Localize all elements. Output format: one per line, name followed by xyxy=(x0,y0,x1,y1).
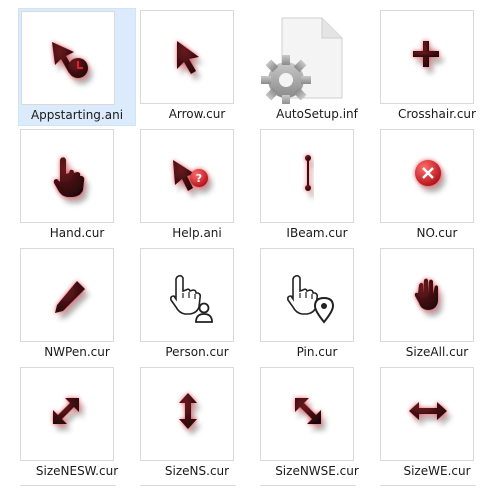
arrow-cursor-icon xyxy=(177,41,199,74)
size-all-cursor-icon xyxy=(414,278,438,310)
file-name: Crosshair.cur xyxy=(398,107,476,121)
file-item[interactable]: SizeNESW.cur xyxy=(18,365,136,483)
file-name: Person.cur xyxy=(165,345,229,359)
no-cursor-icon xyxy=(415,160,441,186)
file-name: IBeam.cur xyxy=(286,226,348,240)
crosshair-cursor-icon xyxy=(413,41,439,67)
person-cursor-icon xyxy=(170,274,213,323)
file-thumbnail xyxy=(380,129,474,223)
pin-cursor-icon xyxy=(287,274,335,324)
file-name: SizeAll.cur xyxy=(405,345,469,359)
file-item[interactable]: AutoSetup.inf xyxy=(258,8,376,126)
file-name: Hand.cur xyxy=(49,226,105,240)
svg-text:?: ? xyxy=(196,172,202,185)
size-ns-cursor-icon xyxy=(179,393,197,429)
file-name: SizeNWSE.cur xyxy=(275,464,359,478)
file-item[interactable]: Hand.cur xyxy=(18,127,136,245)
file-grid: Appstarting.ani Arrow.cur AutoSetup.inf … xyxy=(0,0,483,488)
file-item[interactable]: Pin.cur xyxy=(258,246,376,364)
file-thumbnail xyxy=(380,248,474,342)
size-nesw-cursor-icon xyxy=(53,398,79,424)
file-thumbnail xyxy=(380,10,474,104)
file-item[interactable]: Crosshair.cur xyxy=(378,8,483,126)
appstarting-cursor-icon xyxy=(52,42,88,78)
file-item[interactable]: SizeWE.cur xyxy=(378,365,483,483)
file-thumbnail xyxy=(20,367,114,461)
file-name: Arrow.cur xyxy=(168,107,226,121)
file-item[interactable]: Appstarting.ani xyxy=(18,8,136,126)
size-we-cursor-icon xyxy=(409,402,447,420)
file-item[interactable]: Arrow.cur xyxy=(138,8,256,126)
file-name: Pin.cur xyxy=(296,345,338,359)
file-name: SizeNESW.cur xyxy=(35,464,119,478)
file-thumbnail xyxy=(140,367,234,461)
file-thumbnail xyxy=(20,248,114,342)
file-thumbnail xyxy=(21,11,115,105)
file-item[interactable]: NWPen.cur xyxy=(18,246,136,364)
hand-cursor-icon xyxy=(53,157,85,197)
file-name: SizeNS.cur xyxy=(164,464,230,478)
settings-file-icon xyxy=(261,17,343,104)
file-name: Appstarting.ani xyxy=(30,108,124,122)
file-item[interactable]: IBeam.cur xyxy=(258,127,376,245)
file-item[interactable]: ? Help.ani xyxy=(138,127,256,245)
file-thumbnail xyxy=(20,129,114,223)
file-item[interactable]: SizeNWSE.cur xyxy=(258,365,376,483)
file-name: NO.cur xyxy=(416,226,458,240)
file-thumbnail xyxy=(260,248,354,342)
file-name: NWPen.cur xyxy=(44,345,110,359)
ibeam-cursor-icon xyxy=(305,155,311,191)
file-thumbnail xyxy=(380,367,474,461)
help-cursor-icon: ? xyxy=(173,160,208,191)
file-thumbnail xyxy=(260,367,354,461)
file-thumbnail xyxy=(260,10,354,104)
file-item[interactable]: SizeAll.cur xyxy=(378,246,483,364)
file-name: Help.ani xyxy=(172,226,222,240)
file-name: SizeWE.cur xyxy=(403,464,471,478)
file-thumbnail xyxy=(260,129,354,223)
file-item[interactable]: Person.cur xyxy=(138,246,256,364)
file-thumbnail: ? xyxy=(140,129,234,223)
size-nwse-cursor-icon xyxy=(295,398,321,424)
pen-cursor-icon xyxy=(55,281,85,313)
file-name: AutoSetup.inf xyxy=(276,107,358,121)
file-item[interactable]: SizeNS.cur xyxy=(138,365,256,483)
file-item[interactable]: NO.cur xyxy=(378,127,483,245)
file-thumbnail xyxy=(140,248,234,342)
file-thumbnail xyxy=(140,10,234,104)
